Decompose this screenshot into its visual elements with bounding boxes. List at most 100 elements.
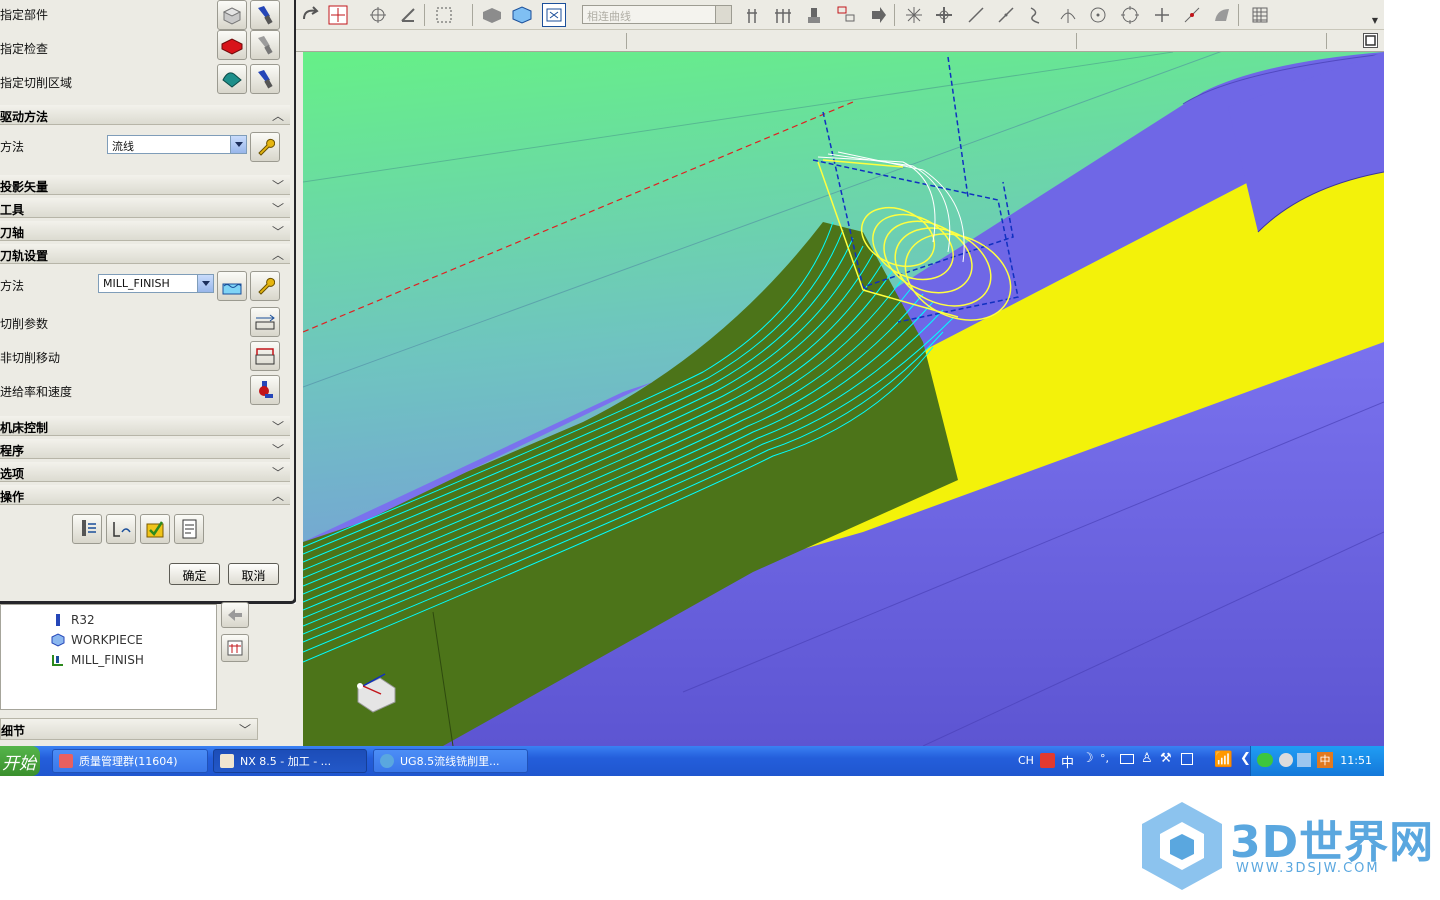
section-drive-method[interactable]: 驱动方法 ︿ [0,105,290,125]
section-tool[interactable]: 工具 ﹀ [0,198,290,218]
sogou-ime-icon[interactable] [1040,753,1055,768]
edit-path-method-button[interactable] [250,271,280,301]
flashlight-icon [258,70,273,89]
selection-mode-button[interactable] [542,3,566,27]
plus-icon [1155,8,1169,22]
display-part-button[interactable] [250,0,280,30]
marquee-icon [436,7,452,23]
section-path-settings[interactable]: 刀轨设置 ︿ [0,244,290,264]
snap-arc-button[interactable] [1056,3,1080,27]
graphics-window[interactable] [303,52,1384,746]
create-method-button[interactable] [217,271,247,301]
start-button[interactable]: 开始 [0,746,40,776]
nav-back-button[interactable] [221,602,249,628]
rectangle-select-button[interactable] [432,3,456,27]
toolbar-overflow-icon[interactable]: ▼ [1372,16,1378,25]
snap-quadrant-button[interactable] [1118,3,1142,27]
browser-icon [380,754,394,768]
view-orient-button[interactable] [510,3,534,27]
snap-curve-button[interactable] [1024,3,1048,27]
replay-button[interactable] [106,514,136,544]
tree-item-label: MILL_FINISH [71,653,144,667]
punctuation-icon[interactable]: °, [1100,752,1109,765]
edit-drive-method-button[interactable] [250,132,280,162]
brand-url: WWW.3DSJW.COM [1236,861,1380,876]
path-method-row: 方法 MILL_FINISH [0,271,290,301]
section-projection-vector[interactable]: 投影矢量 ﹀ [0,175,290,195]
arrow-left-icon [228,609,242,621]
tool-button-3[interactable] [802,3,826,27]
tree-item-workpiece[interactable]: WORKPIECE [51,631,143,649]
details-title: 细节 [1,724,26,738]
arc-center-icon [1060,9,1076,23]
language-indicator[interactable]: CH [1018,754,1034,767]
clock[interactable]: 11:51 [1340,754,1372,767]
cut-params-button[interactable] [250,307,280,337]
undo-button[interactable] [298,3,322,27]
snap-existing-point-button[interactable] [1150,3,1174,27]
snap-end-button[interactable] [902,3,926,27]
csys-button[interactable] [396,3,420,27]
select-part-button[interactable] [217,0,247,30]
ime-mode-indicator[interactable]: 中 [1061,752,1074,771]
list-button[interactable] [174,514,204,544]
snap-line2-button[interactable] [994,3,1018,27]
snap-mid-button[interactable] [932,3,956,27]
operation-dialog: 指定部件 指定检查 指定切削区域 驱动方法 ︿ 方法 流线 投影矢量 ﹀ 工具 … [0,0,297,604]
nav-columns-button[interactable] [221,634,249,662]
tool-button-4[interactable] [834,3,858,27]
section-projection-vector-title: 投影矢量 [0,180,49,194]
snap-on-curve-button[interactable] [1180,3,1204,27]
tool-button-5[interactable] [866,3,890,27]
section-tool-axis[interactable]: 刀轴 ﹀ [0,221,290,241]
section-options[interactable]: 选项 ﹀ [0,462,290,482]
display-cut-area-button[interactable] [250,64,280,94]
cancel-button[interactable]: 取消 [228,563,279,585]
specify-cut-area-label: 指定切削区域 [0,76,73,90]
moon-icon[interactable]: ☽ [1082,751,1094,766]
details-section[interactable]: 细节 ﹀ [0,718,258,740]
expand-icon: ﹀ [271,225,284,239]
wrench-icon[interactable]: ⚒ [1160,751,1172,766]
tray-ime-icon[interactable]: 中 [1317,752,1333,768]
tree-item-r32[interactable]: R32 [51,611,95,629]
snap-line-button[interactable] [964,3,988,27]
ok-button[interactable]: 确定 [169,563,220,585]
task-qq-group[interactable]: 质量管理群(11604) [52,749,208,773]
point-constructor-button[interactable] [366,3,390,27]
shaded-view-button[interactable] [480,3,504,27]
path-method-select[interactable]: MILL_FINISH [98,274,214,293]
select-cut-area-button[interactable] [217,64,247,94]
path-method-label: 方法 [0,279,25,293]
curve-rule-select[interactable]: 相连曲线 [582,5,732,24]
section-machine-control[interactable]: 机床控制 ﹀ [0,416,290,436]
tree-item-mill-finish[interactable]: MILL_FINISH [51,651,144,669]
maximize-view-button[interactable] [1363,33,1378,48]
tool-button-1[interactable] [744,3,768,27]
feeds-speeds-button[interactable] [250,375,280,405]
wifi-icon[interactable]: 📶 [1214,750,1233,768]
task-nx[interactable]: NX 8.5 - 加工 - ... [213,749,367,773]
select-check-button[interactable] [217,30,247,60]
expand-window-icon[interactable] [1181,753,1193,765]
verify-button[interactable] [140,514,170,544]
wechat-icon[interactable] [1257,753,1273,767]
task-browser[interactable]: UG8.5流线铣削里... [373,749,528,773]
drive-method-select[interactable]: 流线 [107,135,247,154]
section-program[interactable]: 程序 ﹀ [0,439,290,459]
snap-point-button[interactable] [326,3,350,27]
selection-filter-icon [546,8,562,22]
grid-button[interactable] [1248,3,1272,27]
keyboard-icon[interactable] [1120,754,1134,764]
section-actions[interactable]: 操作 ︿ [0,485,290,505]
user-icon[interactable]: ♙ [1141,751,1153,766]
toolpath-icon [747,9,757,23]
tool-button-2[interactable] [772,3,796,27]
qq-icon[interactable] [1279,753,1293,767]
snap-on-face-button[interactable] [1210,3,1234,27]
snap-center-button[interactable] [1086,3,1110,27]
generate-button[interactable] [72,514,102,544]
network-icon[interactable] [1297,753,1311,767]
non-cut-moves-button[interactable] [250,341,280,371]
display-check-button[interactable] [250,30,280,60]
